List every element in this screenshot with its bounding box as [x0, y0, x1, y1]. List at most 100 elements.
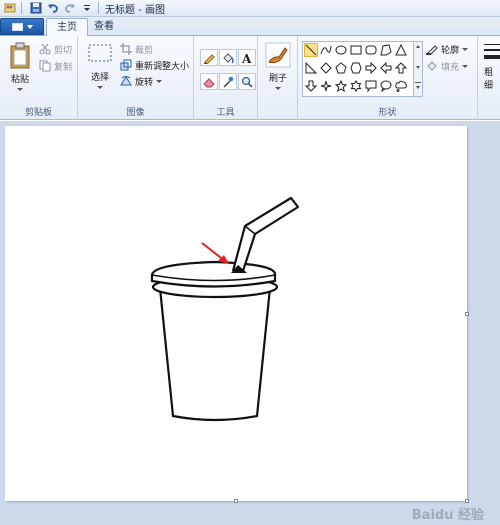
- shapes-group-label: 形状: [378, 108, 397, 118]
- chevron-down-icon: [462, 64, 469, 68]
- resize-button[interactable]: 重新调整大小: [120, 58, 189, 72]
- chevron-down-icon: [17, 88, 23, 91]
- ribbon: 粘贴 剪切 复制 剪贴板 选择 裁剪 重新调整大小 旋转 图像 A 工具 刷子 …: [0, 36, 500, 120]
- drawing-canvas[interactable]: [5, 126, 469, 503]
- copy-label: 复制: [54, 62, 73, 73]
- rotate-label: 旋转: [135, 77, 154, 88]
- crop-button[interactable]: 裁剪: [120, 42, 153, 56]
- workspace: Baidu 经验: [0, 121, 500, 525]
- cut-button[interactable]: 剪切: [39, 42, 72, 56]
- copy-icon: [39, 60, 51, 72]
- chevron-down-icon: [275, 87, 281, 90]
- undo-icon[interactable]: [46, 2, 60, 15]
- chevron-down-icon: [462, 47, 469, 51]
- five-point-star-shape-icon[interactable]: [334, 79, 348, 93]
- chevron-down-icon: [97, 86, 103, 89]
- four-point-star-shape-icon[interactable]: [319, 79, 333, 93]
- shapes-gallery: [302, 41, 414, 97]
- app-icon[interactable]: [3, 2, 17, 15]
- tab-view[interactable]: 查看: [84, 18, 124, 36]
- tools-group-label: 工具: [216, 108, 235, 118]
- brushes-label: 刷子: [268, 74, 287, 84]
- triangle-shape-icon[interactable]: [394, 43, 408, 57]
- redo-icon[interactable]: [63, 2, 77, 15]
- fill-icon[interactable]: [219, 49, 237, 66]
- up-arrow-shape-icon[interactable]: [394, 61, 408, 75]
- select-button[interactable]: 选择: [86, 44, 114, 89]
- resize-label: 重新调整大小: [135, 61, 190, 72]
- select-icon: [88, 44, 112, 62]
- copy-button[interactable]: 复制: [39, 59, 72, 73]
- scissors-icon: [39, 43, 51, 55]
- hexagon-shape-icon[interactable]: [349, 61, 363, 75]
- window-title: 无标题 - 画图: [105, 4, 165, 16]
- paste-icon: [10, 42, 30, 69]
- separator: [98, 2, 99, 14]
- outline-button[interactable]: 轮廓: [426, 42, 469, 56]
- polygon-shape-icon[interactable]: [379, 43, 393, 57]
- rotate-icon: [120, 75, 132, 87]
- chevron-down-icon: [156, 79, 163, 83]
- oval-callout-shape-icon[interactable]: [379, 79, 393, 93]
- brushes-group: 刷子: [258, 36, 298, 120]
- paste-label: 粘贴: [10, 75, 29, 85]
- straw: [231, 196, 300, 272]
- shapes-group: 轮廓 填充 形状: [298, 36, 478, 120]
- cloud-callout-shape-icon[interactable]: [394, 79, 408, 93]
- resize-handle-right[interactable]: [465, 312, 469, 316]
- color-picker-icon[interactable]: [219, 73, 237, 90]
- resize-handle-bottom[interactable]: [234, 499, 238, 503]
- outline-label: 轮廓: [441, 45, 460, 56]
- outline-icon: [426, 43, 438, 55]
- tab-home[interactable]: 主页: [46, 18, 88, 37]
- fill-button[interactable]: 填充: [426, 59, 469, 73]
- fill-bucket-icon: [426, 60, 438, 72]
- down-arrow-shape-icon[interactable]: [304, 79, 318, 93]
- crop-label: 裁剪: [135, 45, 154, 56]
- size-label-line2: 细: [484, 81, 494, 91]
- magnifier-icon[interactable]: [238, 73, 256, 90]
- watermark: Baidu 经验: [411, 508, 484, 523]
- size-button[interactable]: 粗 细: [484, 42, 500, 91]
- menu-icon: [11, 22, 23, 31]
- resize-handle-corner[interactable]: [465, 499, 469, 503]
- select-label: 选择: [90, 73, 109, 83]
- cup-body-outline: [158, 287, 272, 422]
- image-group-label: 图像: [126, 108, 145, 118]
- rect-callout-shape-icon[interactable]: [364, 79, 378, 93]
- title-bar: 无标题 - 画图: [0, 0, 500, 17]
- svg-text:A: A: [241, 52, 252, 64]
- eraser-icon[interactable]: [200, 73, 218, 90]
- oval-shape-icon[interactable]: [334, 43, 348, 57]
- curve-shape-icon[interactable]: [319, 43, 333, 57]
- resize-icon: [120, 59, 132, 71]
- size-label-line1: 粗: [484, 68, 494, 78]
- rectangle-shape-icon[interactable]: [349, 43, 363, 57]
- customize-caret-icon[interactable]: [80, 2, 94, 15]
- right-triangle-shape-icon[interactable]: [304, 61, 318, 75]
- file-menu-button[interactable]: [0, 18, 44, 35]
- clipboard-group-label: 剪贴板: [24, 108, 52, 118]
- right-arrow-shape-icon[interactable]: [364, 61, 378, 75]
- rounded-rectangle-shape-icon[interactable]: [364, 43, 378, 57]
- six-point-star-shape-icon[interactable]: [349, 79, 363, 93]
- brushes-button[interactable]: 刷子: [263, 42, 293, 90]
- line-size-icon: [484, 44, 500, 59]
- chevron-down-icon: [26, 24, 33, 29]
- clipboard-group: 粘贴 剪切 复制 剪贴板: [0, 36, 78, 120]
- pencil-icon[interactable]: [200, 49, 218, 66]
- save-icon[interactable]: [29, 2, 43, 15]
- brush-icon: [265, 42, 291, 68]
- image-group: 选择 裁剪 重新调整大小 旋转 图像: [78, 36, 194, 120]
- line-shape-icon[interactable]: [304, 43, 318, 57]
- rotate-button[interactable]: 旋转: [120, 74, 163, 88]
- diamond-shape-icon[interactable]: [319, 61, 333, 75]
- left-arrow-shape-icon[interactable]: [379, 61, 393, 75]
- ribbon-tabs: 主页 查看: [0, 17, 500, 37]
- pentagon-shape-icon[interactable]: [334, 61, 348, 75]
- paste-button[interactable]: 粘贴: [6, 42, 34, 91]
- fill-label: 填充: [441, 62, 460, 73]
- shapes-scrollbar[interactable]: [414, 41, 423, 97]
- crop-icon: [120, 43, 132, 55]
- text-icon[interactable]: A: [238, 49, 256, 66]
